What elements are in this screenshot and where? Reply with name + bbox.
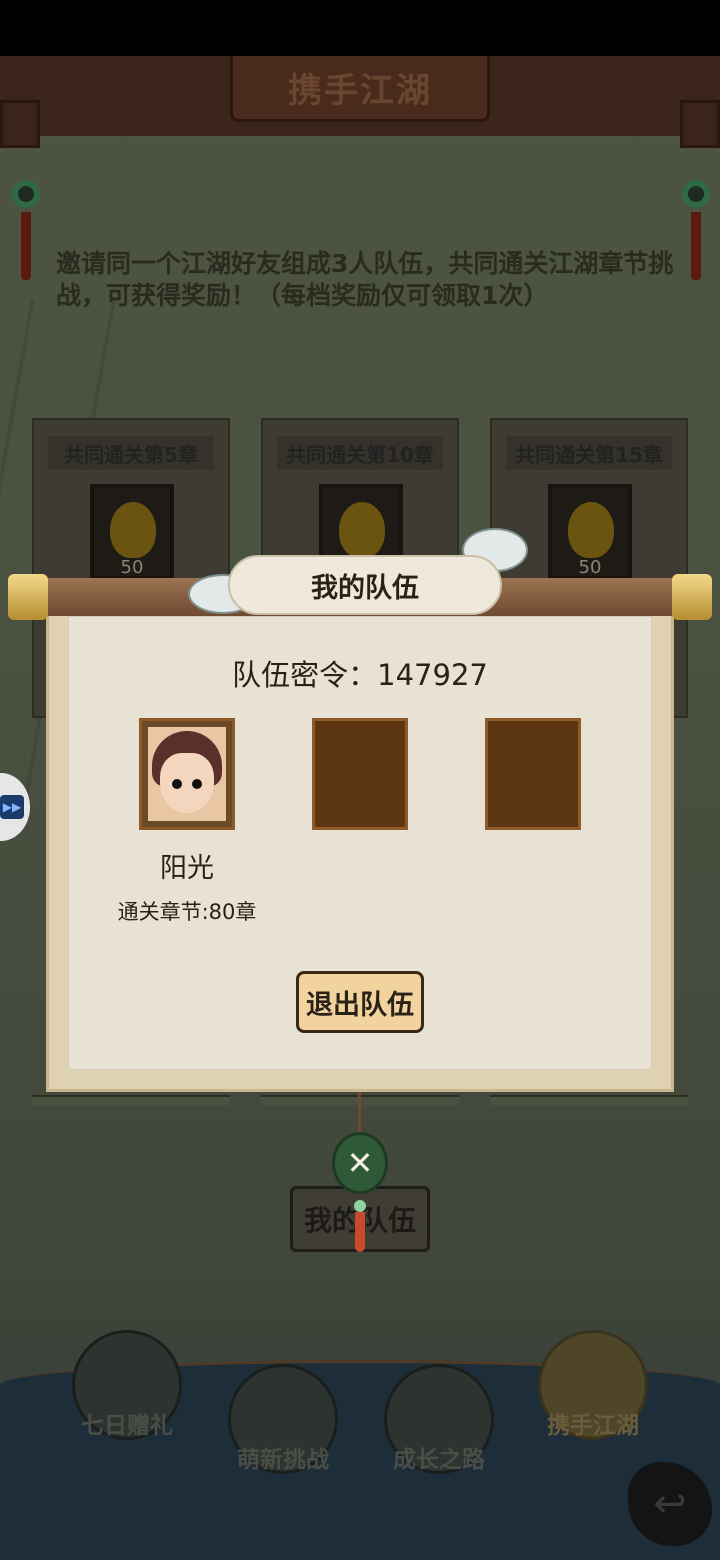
header-plate: 携手江湖 xyxy=(230,56,490,122)
nav-label: 七日赠礼 xyxy=(81,1413,173,1439)
gourd-icon xyxy=(568,502,614,558)
empty-member-slot[interactable] xyxy=(312,718,408,830)
lower-card-edge xyxy=(490,1095,688,1105)
reward-count: 50 xyxy=(578,557,602,578)
reward-slot: 50 xyxy=(90,484,174,580)
reward-slot: 50 xyxy=(548,484,632,580)
nav-team-jianghu[interactable]: 携手江湖 xyxy=(538,1330,648,1440)
header-post-right xyxy=(680,100,720,148)
lower-card-edge xyxy=(32,1095,230,1105)
scroll-cap-right xyxy=(672,574,712,620)
reward-count: 50 xyxy=(120,557,144,578)
close-tassel xyxy=(355,1212,365,1252)
scroll-cap-left xyxy=(8,574,48,620)
reward-card-title: 共同通关第5章 xyxy=(48,436,214,470)
nav-label: 携手江湖 xyxy=(547,1413,639,1439)
page-title: 携手江湖 xyxy=(288,71,432,111)
member-slot[interactable] xyxy=(139,718,235,830)
team-code: 队伍密令：147927 xyxy=(232,658,488,692)
member-name: 阳光 xyxy=(160,853,214,884)
close-icon[interactable]: ✕ xyxy=(332,1132,388,1194)
fast-forward-icon: ▶▶ xyxy=(0,795,24,819)
nav-label: 成长之路 xyxy=(393,1447,485,1473)
panel-title-tab: 我的队伍 xyxy=(228,555,502,615)
intro-text: 邀请同一个江湖好友组成3人队伍，共同通关江湖章节挑战，可获得奖励！（每档奖励仅可… xyxy=(56,249,674,310)
leave-team-button[interactable]: 退出队伍 xyxy=(296,971,424,1033)
empty-member-slot[interactable] xyxy=(485,718,581,830)
jade-pendant-right-icon xyxy=(682,180,710,290)
jade-pendant-left-icon xyxy=(12,180,40,290)
panel-title: 我的队伍 xyxy=(311,572,419,604)
nav-label: 萌新挑战 xyxy=(237,1447,329,1473)
reward-card-title: 共同通关第15章 xyxy=(506,436,672,470)
close-bead xyxy=(354,1200,366,1212)
gourd-icon xyxy=(110,502,156,558)
nav-newbie-challenge[interactable]: 萌新挑战 xyxy=(228,1364,338,1474)
header-post-left xyxy=(0,100,40,148)
avatar xyxy=(148,727,226,821)
reward-card-title: 共同通关第10章 xyxy=(277,436,443,470)
gourd-icon xyxy=(339,502,385,558)
nav-growth-path[interactable]: 成长之路 xyxy=(384,1364,494,1474)
status-bar xyxy=(0,0,720,56)
member-progress: 通关章节:80章 xyxy=(117,900,257,924)
nav-seven-day-gift[interactable]: 七日赠礼 xyxy=(72,1330,182,1440)
